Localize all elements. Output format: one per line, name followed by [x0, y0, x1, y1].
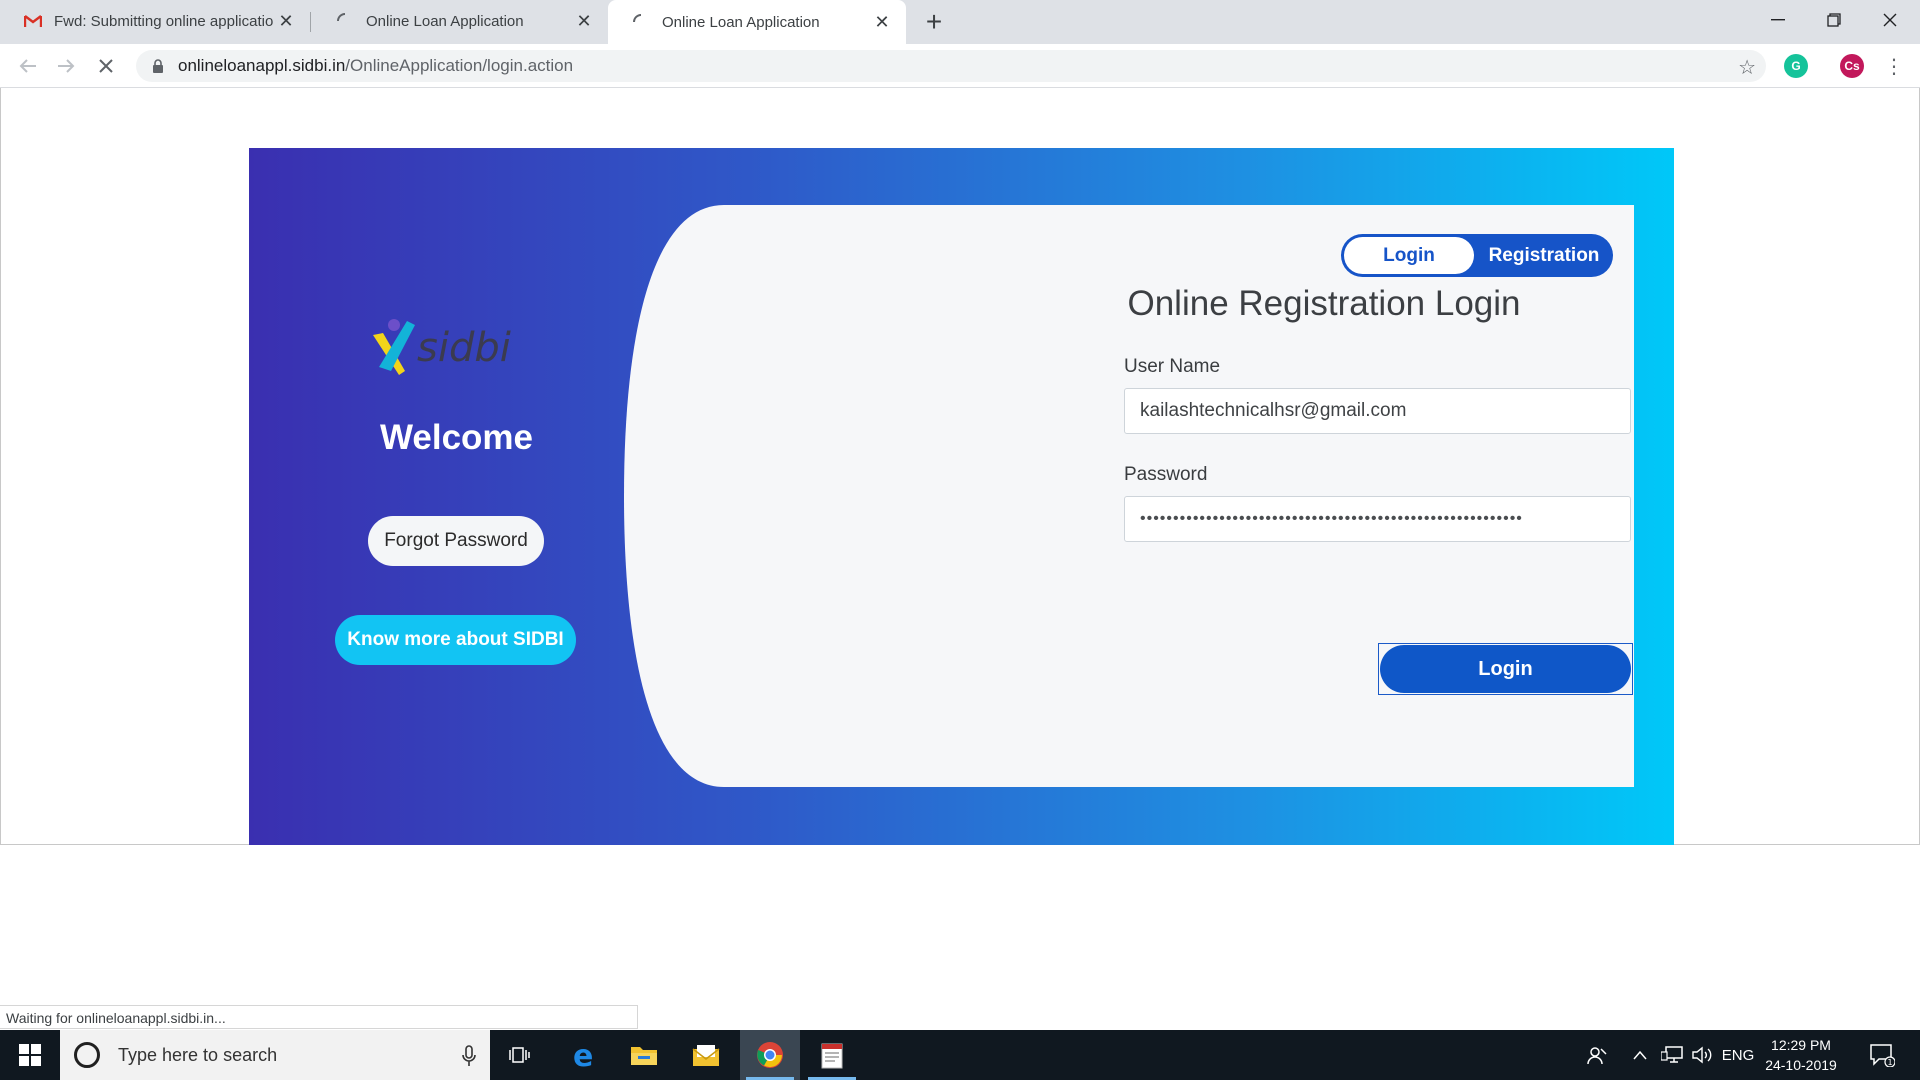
profile-avatar[interactable]: Cs: [1840, 54, 1864, 78]
volume-icon[interactable]: [1690, 1030, 1714, 1080]
grammarly-extension-icon[interactable]: G: [1784, 54, 1808, 78]
language-indicator[interactable]: ENG: [1718, 1030, 1758, 1080]
browser-menu-icon[interactable]: ⋮: [1878, 50, 1910, 82]
system-clock[interactable]: 12:29 PM 24-10-2019: [1756, 1035, 1846, 1075]
edge-icon[interactable]: e: [554, 1030, 614, 1080]
windows-taskbar: Type here to search e ENG 12:29 PM 24-10…: [0, 1030, 1920, 1080]
chrome-icon[interactable]: [740, 1030, 800, 1080]
username-label: User Name: [1124, 356, 1221, 377]
tab-loan-application-1[interactable]: Online Loan Application ✕: [312, 0, 608, 42]
tab-login[interactable]: Login: [1344, 237, 1474, 274]
clock-date: 24-10-2019: [1765, 1057, 1837, 1073]
username-field[interactable]: kailashtechnicalhsr@gmail.com: [1124, 388, 1631, 434]
file-explorer-icon[interactable]: [614, 1030, 674, 1080]
tab-title: Fwd: Submitting online applicatio: [54, 12, 274, 30]
close-icon[interactable]: ✕: [276, 11, 296, 31]
url-path: /OnlineApplication/login.action: [345, 56, 574, 75]
people-icon[interactable]: [1582, 1030, 1612, 1080]
microphone-icon[interactable]: [462, 1045, 476, 1072]
login-button-label: Login: [1380, 645, 1631, 693]
close-window-icon[interactable]: [1862, 0, 1918, 40]
action-center-icon[interactable]: 1: [1860, 1030, 1904, 1080]
tab-title: Online Loan Application: [366, 12, 524, 30]
network-icon[interactable]: [1660, 1030, 1684, 1080]
login-card: Login Registration Online Registration L…: [624, 205, 1634, 787]
page-viewport: sidbi Welcome Forgot Password Know more …: [0, 88, 1920, 845]
loading-spinner-icon: [632, 13, 650, 31]
password-label: Password: [1124, 464, 1208, 485]
restore-icon[interactable]: [1806, 0, 1862, 40]
mail-folder-icon[interactable]: [676, 1030, 736, 1080]
close-icon[interactable]: ✕: [574, 11, 594, 31]
tab-registration[interactable]: Registration: [1477, 234, 1611, 277]
know-more-button[interactable]: Know more about SIDBI: [335, 615, 576, 665]
close-icon[interactable]: ✕: [872, 12, 892, 32]
loading-spinner-icon: [336, 12, 354, 30]
notification-count: 1: [1888, 1058, 1893, 1067]
login-banner: sidbi Welcome Forgot Password Know more …: [249, 148, 1674, 845]
login-registration-toggle: Login Registration: [1341, 234, 1613, 277]
welcome-panel: sidbi Welcome Forgot Password Know more …: [249, 148, 664, 845]
login-button[interactable]: Login: [1378, 643, 1633, 695]
cortana-icon: [74, 1042, 100, 1068]
password-field[interactable]: ••••••••••••••••••••••••••••••••••••••••…: [1124, 496, 1631, 542]
tab-gmail[interactable]: Fwd: Submitting online applicatio ✕: [0, 0, 310, 42]
notepad-icon[interactable]: [802, 1030, 862, 1080]
tab-loan-application-2[interactable]: Online Loan Application ✕: [608, 0, 906, 44]
page-title: Online Registration Login: [1127, 284, 1521, 323]
tab-divider: [310, 12, 311, 32]
bookmark-star-icon[interactable]: ☆: [1738, 55, 1756, 80]
url-text: onlineloanappl.sidbi.in/OnlineApplicatio…: [178, 56, 573, 76]
tab-title: Online Loan Application: [662, 13, 820, 31]
welcome-heading: Welcome: [379, 418, 534, 457]
gmail-icon: [24, 12, 42, 30]
address-bar[interactable]: onlineloanappl.sidbi.in/OnlineApplicatio…: [136, 50, 1766, 82]
screen: Fwd: Submitting online applicatio ✕ Onli…: [0, 0, 1920, 1080]
taskbar-search-box[interactable]: Type here to search: [60, 1030, 490, 1080]
forward-arrow-icon[interactable]: [50, 50, 82, 82]
url-host: onlineloanappl.sidbi.in: [178, 56, 346, 75]
search-placeholder: Type here to search: [118, 1044, 278, 1065]
new-tab-button[interactable]: +: [918, 6, 950, 38]
logo-wordmark: sidbi: [417, 325, 511, 371]
clock-time: 12:29 PM: [1771, 1037, 1831, 1053]
task-view-icon[interactable]: [490, 1030, 550, 1080]
chevron-up-icon[interactable]: [1630, 1030, 1650, 1080]
browser-tab-strip: Fwd: Submitting online applicatio ✕ Onli…: [0, 0, 1920, 44]
sidbi-logo: sidbi: [373, 319, 511, 375]
status-bar: Waiting for onlineloanappl.sidbi.in...: [0, 1005, 638, 1029]
forgot-password-button[interactable]: Forgot Password: [368, 516, 544, 566]
minimize-icon[interactable]: [1750, 0, 1806, 40]
stop-loading-icon[interactable]: [90, 50, 122, 82]
browser-toolbar: onlineloanappl.sidbi.in/OnlineApplicatio…: [0, 44, 1920, 88]
svg-text:e: e: [573, 1041, 593, 1069]
lock-icon: [150, 58, 166, 74]
back-arrow-icon[interactable]: [12, 50, 44, 82]
windows-start-icon[interactable]: [0, 1030, 60, 1080]
